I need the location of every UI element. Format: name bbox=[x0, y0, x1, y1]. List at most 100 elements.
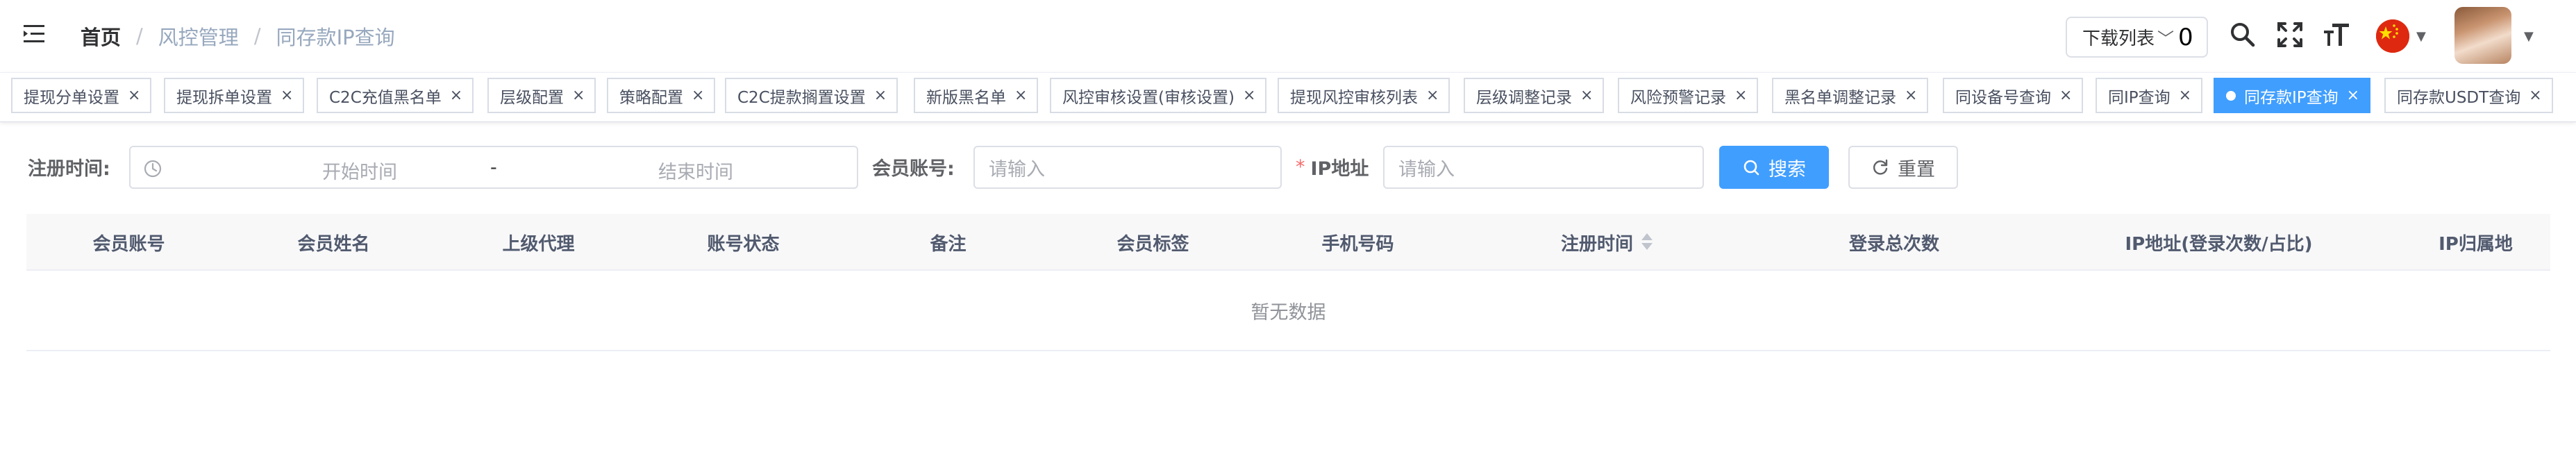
sort-icon[interactable] bbox=[1641, 233, 1653, 251]
china-flag-icon[interactable] bbox=[2376, 19, 2409, 53]
tag-item[interactable]: 新版黑名单 × bbox=[914, 78, 1039, 113]
tag-item[interactable]: 同存款USDT查询 × bbox=[2384, 78, 2553, 113]
column-header-label: 上级代理 bbox=[502, 233, 575, 255]
tag-label: 同IP查询 bbox=[2108, 88, 2171, 107]
end-time-input[interactable]: 结束时间 bbox=[658, 157, 839, 184]
register-time-range-picker[interactable]: 开始时间 - 结束时间 bbox=[129, 146, 858, 189]
close-icon[interactable]: × bbox=[1243, 87, 1255, 104]
column-header-label: 会员标签 bbox=[1116, 233, 1189, 255]
breadcrumb-separator: / bbox=[136, 24, 143, 48]
column-header-label: 会员姓名 bbox=[297, 233, 370, 255]
column-header-label: 手机号码 bbox=[1321, 233, 1394, 255]
download-count: 0 bbox=[2178, 23, 2193, 51]
tag-item[interactable]: C2C充值黑名单 × bbox=[317, 78, 474, 113]
close-icon[interactable]: × bbox=[1580, 87, 1593, 104]
column-header: 上级代理 bbox=[436, 214, 641, 271]
table-header: 会员账号 会员姓名 上级代理 账号状态 备注 会员标签 手机号码 注册时间 登录… bbox=[26, 214, 2550, 271]
tag-item[interactable]: 同设备号查询 × bbox=[1943, 78, 2084, 113]
breadcrumb-home[interactable]: 首页 bbox=[81, 22, 121, 51]
avatar[interactable] bbox=[2454, 7, 2511, 64]
tag-item[interactable]: 风控审核设置(审核设置) × bbox=[1050, 78, 1267, 113]
tag-label: 风控审核设置(审核设置) bbox=[1062, 88, 1235, 107]
download-list-label: 下载列表 bbox=[2082, 28, 2155, 49]
search-icon[interactable] bbox=[2229, 21, 2257, 49]
close-icon[interactable]: × bbox=[1734, 87, 1747, 104]
start-time-input[interactable]: 开始时间 bbox=[262, 157, 457, 184]
sidebar-toggle-icon[interactable] bbox=[24, 24, 47, 44]
user-caret-icon[interactable]: ▼ bbox=[2524, 29, 2534, 44]
fullscreen-icon[interactable] bbox=[2276, 21, 2304, 49]
tag-label: 新版黑名单 bbox=[926, 88, 1006, 107]
reset-button[interactable]: 重置 bbox=[1848, 146, 1958, 189]
font-size-icon[interactable] bbox=[2323, 21, 2350, 49]
table-empty-text: 暂无数据 bbox=[26, 271, 2550, 351]
close-icon[interactable]: × bbox=[1014, 87, 1027, 104]
column-header-label: 注册时间 bbox=[1560, 233, 1633, 255]
tag-item[interactable]: 提现风控审核列表 × bbox=[1278, 78, 1450, 113]
close-icon[interactable]: × bbox=[2059, 87, 2072, 104]
column-header: 手机号码 bbox=[1255, 214, 1460, 271]
column-header: 备注 bbox=[846, 214, 1051, 271]
column-header: 登录总次数 bbox=[1752, 214, 2036, 271]
column-header: 会员姓名 bbox=[231, 214, 436, 271]
tag-item[interactable]: 层级调整记录 × bbox=[1464, 78, 1605, 113]
language-caret-icon[interactable]: ▼ bbox=[2416, 29, 2426, 44]
search-button-label: 搜索 bbox=[1768, 158, 1806, 180]
column-header-sortable[interactable]: 注册时间 bbox=[1460, 214, 1752, 271]
tag-label: 同存款USDT查询 bbox=[2397, 88, 2521, 107]
breadcrumb-separator: / bbox=[253, 24, 261, 48]
column-header-label: 登录总次数 bbox=[1848, 233, 1939, 255]
tag-label: 提现拆单设置 bbox=[176, 88, 272, 107]
breadcrumb-current: 同存款IP查询 bbox=[276, 26, 395, 49]
tag-item[interactable]: C2C提款搁置设置 × bbox=[725, 78, 898, 113]
tag-item[interactable]: 黑名单调整记录 × bbox=[1772, 78, 1929, 113]
tag-item-active[interactable]: 同存款IP查询 × bbox=[2214, 78, 2371, 113]
member-account-label: 会员账号: bbox=[872, 158, 955, 180]
column-header-label: IP地址(登录次数/占比) bbox=[2125, 233, 2313, 255]
tag-label: 策略配置 bbox=[619, 88, 683, 107]
clock-icon bbox=[143, 159, 162, 178]
column-header: 会员标签 bbox=[1051, 214, 1255, 271]
close-icon[interactable]: × bbox=[692, 87, 704, 104]
close-icon[interactable]: × bbox=[2347, 87, 2359, 104]
breadcrumb-section: 风控管理 bbox=[158, 26, 239, 49]
tag-item[interactable]: 提现分单设置 × bbox=[11, 78, 152, 113]
close-icon[interactable]: × bbox=[2179, 87, 2191, 104]
close-icon[interactable]: × bbox=[1426, 87, 1439, 104]
tag-label: C2C充值黑名单 bbox=[329, 88, 442, 107]
tag-label: 提现风控审核列表 bbox=[1290, 88, 1418, 107]
tag-label: 黑名单调整记录 bbox=[1784, 88, 1896, 107]
close-icon[interactable]: × bbox=[2529, 87, 2541, 104]
close-icon[interactable]: × bbox=[450, 87, 462, 104]
tag-item[interactable]: 风险预警记录 × bbox=[1618, 78, 1759, 113]
close-icon[interactable]: × bbox=[874, 87, 887, 104]
download-list-button[interactable]: 下载列表 ﹀ 0 bbox=[2066, 17, 2208, 58]
column-header: 账号状态 bbox=[641, 214, 846, 271]
tag-label: 层级配置 bbox=[500, 88, 564, 107]
ip-address-label: * IP地址 bbox=[1296, 151, 1369, 182]
ip-address-label-text: IP地址 bbox=[1310, 158, 1369, 180]
reset-button-label: 重置 bbox=[1898, 158, 1935, 180]
close-icon[interactable]: × bbox=[128, 87, 140, 104]
member-account-input[interactable]: 请输入 bbox=[973, 146, 1282, 189]
breadcrumb: 首页 / 风控管理 / 同存款IP查询 bbox=[81, 22, 395, 50]
tag-label: 同设备号查询 bbox=[1955, 88, 2051, 107]
tags-view: 提现分单设置 × 提现拆单设置 × C2C充值黑名单 × 层级配置 × 策略配置 × C2… bbox=[0, 72, 2576, 122]
tag-item[interactable]: 同IP查询 × bbox=[2096, 78, 2203, 113]
refresh-icon bbox=[1873, 159, 1888, 175]
search-button[interactable]: 搜索 bbox=[1719, 146, 1829, 189]
register-time-label: 注册时间: bbox=[28, 158, 110, 180]
active-dot-icon bbox=[2226, 90, 2236, 101]
ip-address-input[interactable]: 请输入 bbox=[1383, 146, 1704, 189]
tag-item[interactable]: 策略配置 × bbox=[607, 78, 716, 113]
tag-label: 层级调整记录 bbox=[1476, 88, 1572, 107]
tag-label: 风险预警记录 bbox=[1630, 88, 1726, 107]
column-header: 会员账号 bbox=[26, 214, 231, 271]
tag-item[interactable]: 层级配置 × bbox=[487, 78, 596, 113]
close-icon[interactable]: × bbox=[1905, 87, 1917, 104]
close-icon[interactable]: × bbox=[281, 87, 293, 104]
close-icon[interactable]: × bbox=[572, 87, 585, 104]
search-icon bbox=[1743, 160, 1759, 176]
tag-item[interactable]: 提现拆单设置 × bbox=[164, 78, 305, 113]
column-header-label: IP归属地 bbox=[2439, 233, 2513, 255]
